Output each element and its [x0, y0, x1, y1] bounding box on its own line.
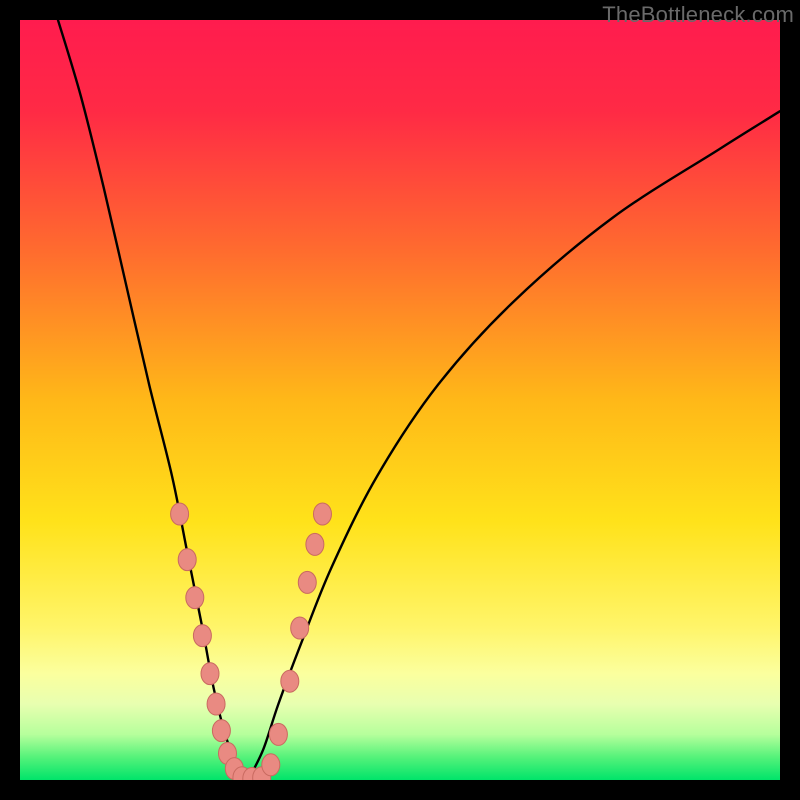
chart-frame: [20, 20, 780, 780]
highlight-marker: [193, 625, 211, 647]
highlight-marker: [262, 754, 280, 776]
highlight-marker: [207, 693, 225, 715]
highlight-marker: [201, 663, 219, 685]
highlight-marker: [212, 720, 230, 742]
chart-svg: [20, 20, 780, 780]
highlight-marker: [171, 503, 189, 525]
highlight-marker: [313, 503, 331, 525]
highlight-marker: [281, 670, 299, 692]
highlight-marker: [306, 533, 324, 555]
highlight-marker: [178, 549, 196, 571]
highlight-marker: [269, 723, 287, 745]
gradient-background: [20, 20, 780, 780]
highlight-marker: [291, 617, 309, 639]
watermark-text: TheBottleneck.com: [602, 2, 794, 28]
highlight-marker: [186, 587, 204, 609]
highlight-marker: [298, 571, 316, 593]
